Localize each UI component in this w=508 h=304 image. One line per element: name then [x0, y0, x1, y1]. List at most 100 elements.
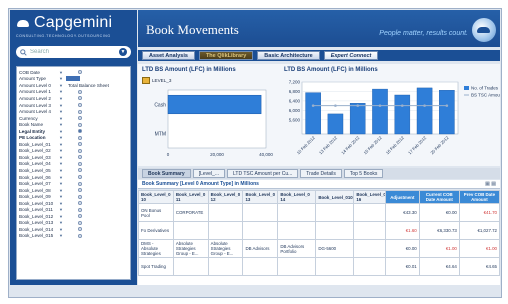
dropdown-arrow-icon[interactable]: ▼ [59, 175, 64, 180]
field-toggle[interactable] [78, 207, 82, 212]
field-toggle[interactable] [78, 70, 82, 75]
dropdown-arrow-icon[interactable]: ▼ [59, 76, 64, 81]
field-toggle[interactable] [78, 109, 82, 114]
column-header[interactable]: Book_Level_0 16 [353, 190, 386, 204]
table-row[interactable]: Spot Trading €0.01 €4.64 €4.65 [138, 257, 500, 276]
dropdown-arrow-icon[interactable]: ▼ [59, 116, 64, 121]
table-caption-text: Book Summary [Level 0 Amount Type] in Mi… [142, 181, 259, 187]
column-header[interactable]: Adjustment [384, 190, 420, 204]
dropdown-arrow-icon[interactable]: ▼ [59, 233, 64, 238]
dropdown-arrow-icon[interactable]: ▼ [59, 227, 64, 232]
table-tools-icon[interactable]: ▣ ▤ [485, 180, 496, 189]
dropdown-arrow-icon[interactable]: ▼ [59, 70, 64, 75]
field-toggle[interactable] [78, 122, 82, 127]
column-header[interactable]: Book_Level_0 12 [207, 190, 244, 204]
field-toggle[interactable] [78, 181, 82, 186]
field-toggle[interactable] [78, 188, 82, 193]
x-tick-label: 20,000 [210, 152, 224, 157]
column-header[interactable]: Current COB Date Amount [418, 190, 460, 204]
column-header[interactable]: Prev COB Date Amount [458, 190, 500, 204]
dropdown-arrow-icon[interactable]: ▼ [59, 194, 64, 199]
field-toggle[interactable] [78, 96, 82, 101]
field-name: Amount Type [19, 76, 46, 82]
field-name: Currency [19, 115, 38, 121]
search-box[interactable]: ▼ [16, 46, 131, 58]
dropdown-arrow-icon[interactable]: ▼ [59, 89, 64, 94]
dropdown-arrow-icon[interactable]: ▼ [59, 201, 64, 206]
field-toggle[interactable] [78, 103, 82, 107]
dropdown-arrow-icon[interactable]: ▼ [59, 161, 64, 166]
table-cell: €43.30 [384, 203, 420, 222]
dropdown-arrow-icon[interactable]: ▼ [59, 181, 64, 186]
field-toggle[interactable] [78, 168, 82, 173]
field-name: Book_Level_05 [19, 167, 51, 173]
y-tick-label: 6,000 [289, 108, 301, 113]
dropdown-arrow-icon[interactable]: ▼ [59, 207, 64, 212]
main-area: Book Movements People matter, results co… [138, 10, 500, 285]
tab-top-5-books[interactable]: Top 5 Books [343, 169, 384, 178]
tab-trade-details[interactable]: Trade Details [300, 169, 342, 178]
dropdown-arrow-icon[interactable]: ▼ [59, 135, 64, 140]
dropdown-arrow-icon[interactable]: ▼ [59, 129, 64, 134]
table-cell [242, 221, 279, 240]
field-value[interactable] [66, 76, 81, 82]
dropdown-arrow-icon[interactable]: ▼ [59, 103, 64, 108]
nav-qliklibrary[interactable]: The QlikLibrary [198, 51, 254, 60]
tab-level[interactable]: [Level_... [192, 169, 225, 178]
tab-ltd-tsc-amount[interactable]: LTD TSC Amount per Cu... [226, 169, 299, 178]
dropdown-arrow-icon[interactable]: ▼ [59, 188, 64, 193]
x-tick-label: 20 Feb 2012 [429, 135, 450, 156]
field-value[interactable]: Total Balance Sheet [66, 83, 111, 88]
column-header[interactable]: Book_Level_0 11 [172, 190, 209, 204]
field-toggle[interactable] [78, 214, 82, 219]
legend-label: BS TSC Amount [471, 93, 500, 98]
table-row[interactable]: Fo Derivatives €1.60 €6,330.73 €1,027.72 [138, 221, 500, 240]
chevron-down-icon[interactable]: ▼ [119, 48, 127, 56]
column-header[interactable]: Book_Level_0 10 [138, 190, 174, 204]
dropdown-arrow-icon[interactable]: ▼ [59, 168, 64, 173]
charts-panel: LTD BS Amount (LFC) in Millions LEVEL_3 … [138, 64, 500, 166]
dropdown-arrow-icon[interactable]: ▼ [59, 148, 64, 153]
y-tick-label: 5,600 [289, 117, 301, 122]
expert-connect-button[interactable]: Expert Connect [323, 51, 379, 60]
search-input[interactable] [30, 49, 116, 55]
nav-basic-architecture[interactable]: Basic Architecture [257, 51, 320, 60]
field-toggle[interactable] [78, 201, 82, 206]
field-toggle[interactable] [78, 89, 82, 94]
field-toggle[interactable] [78, 142, 82, 147]
column-header[interactable]: Book_Level_0 13 [242, 190, 279, 204]
field-toggle[interactable] [78, 194, 82, 199]
table-header-row: Book_Level_0 10 Book_Level_0 11 Book_Level… [138, 190, 500, 204]
x-tick-label: 10 Feb 2012 [296, 135, 317, 156]
field-toggle[interactable] [78, 155, 82, 160]
field-toggle[interactable] [78, 129, 82, 134]
column-header[interactable]: Book_Level_010 [315, 190, 355, 204]
table-row[interactable]: ON Bonus Pool CORPORATE €43.30 €0.00 €41.70 [138, 203, 500, 222]
field-toggle[interactable] [78, 148, 82, 153]
dropdown-arrow-icon[interactable]: ▼ [59, 142, 64, 147]
table-cell: ON Bonus Pool [138, 203, 174, 222]
field-toggle[interactable] [78, 161, 82, 166]
brand-tagline: CONSULTING.TECHNOLOGY.OUTSOURCING [16, 34, 111, 38]
column-header[interactable]: Book_Level_0 14 [277, 190, 317, 204]
level-selector[interactable]: LEVEL_3 [142, 77, 171, 84]
dropdown-arrow-icon[interactable]: ▼ [59, 214, 64, 219]
table-row[interactable]: DMS - Absolute Strategies Absolute Strate… [138, 239, 500, 258]
field-toggle[interactable] [78, 227, 82, 232]
dropdown-arrow-icon[interactable]: ▼ [59, 155, 64, 160]
field-name: Legal Entity [19, 128, 46, 134]
nav-asset-analysis[interactable]: Asset Analysis [142, 51, 195, 60]
field-toggle[interactable] [78, 220, 82, 225]
field-row[interactable]: Book_Level_015 ▼ [19, 233, 128, 240]
dropdown-arrow-icon[interactable]: ▼ [59, 83, 64, 88]
dropdown-arrow-icon[interactable]: ▼ [59, 109, 64, 114]
field-toggle[interactable] [78, 135, 82, 140]
dropdown-arrow-icon[interactable]: ▼ [59, 96, 64, 101]
dropdown-arrow-icon[interactable]: ▼ [59, 122, 64, 127]
dropdown-arrow-icon[interactable]: ▼ [59, 220, 64, 225]
field-toggle[interactable] [78, 233, 82, 238]
field-name: Book_Level_04 [19, 161, 51, 167]
field-toggle[interactable] [78, 116, 82, 121]
field-toggle[interactable] [78, 175, 82, 180]
tab-book-summary[interactable]: Book Summary [142, 169, 191, 178]
